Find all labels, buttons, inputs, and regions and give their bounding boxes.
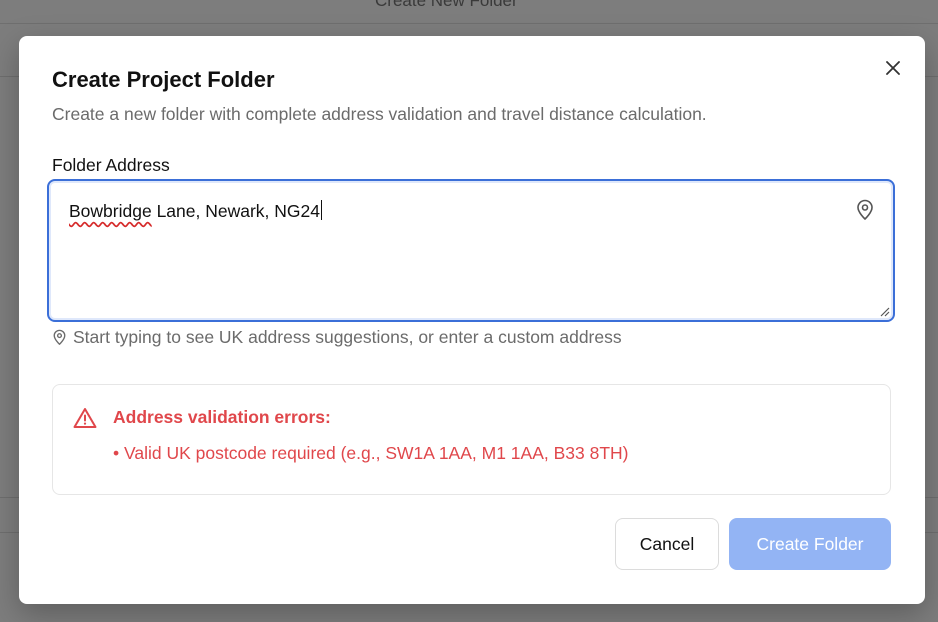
cancel-button[interactable]: Cancel xyxy=(615,518,719,570)
create-folder-dialog: Create Project Folder Create a new folde… xyxy=(19,36,925,604)
error-item: • Valid UK postcode required (e.g., SW1A… xyxy=(113,443,629,463)
resize-handle-icon[interactable] xyxy=(878,305,890,317)
close-button[interactable] xyxy=(883,58,903,78)
create-folder-button[interactable]: Create Folder xyxy=(729,518,891,570)
background-header: Create New Folder xyxy=(0,0,938,24)
folder-address-label: Folder Address xyxy=(52,155,170,175)
address-hint: Start typing to see UK address suggestio… xyxy=(52,326,622,348)
error-title: Address validation errors: xyxy=(113,407,331,427)
folder-address-value: Bowbridge Lane, Newark, NG24 xyxy=(69,200,322,222)
map-pin-icon[interactable] xyxy=(855,199,875,221)
address-value-rest: Lane, Newark, NG24 xyxy=(151,201,320,221)
validation-error-box: Address validation errors: • Valid UK po… xyxy=(52,384,891,495)
folder-address-textarea[interactable]: Bowbridge Lane, Newark, NG24 xyxy=(47,179,895,322)
background-header-text: Create New Folder xyxy=(375,0,518,10)
text-caret xyxy=(320,200,322,220)
close-icon xyxy=(886,61,900,75)
address-hint-text: Start typing to see UK address suggestio… xyxy=(73,326,622,347)
dialog-title: Create Project Folder xyxy=(52,67,275,92)
map-pin-icon xyxy=(53,329,66,345)
warning-triangle-icon xyxy=(73,408,97,428)
dialog-subtitle: Create a new folder with complete addres… xyxy=(52,104,707,124)
misspelled-word: Bowbridge xyxy=(69,201,152,221)
